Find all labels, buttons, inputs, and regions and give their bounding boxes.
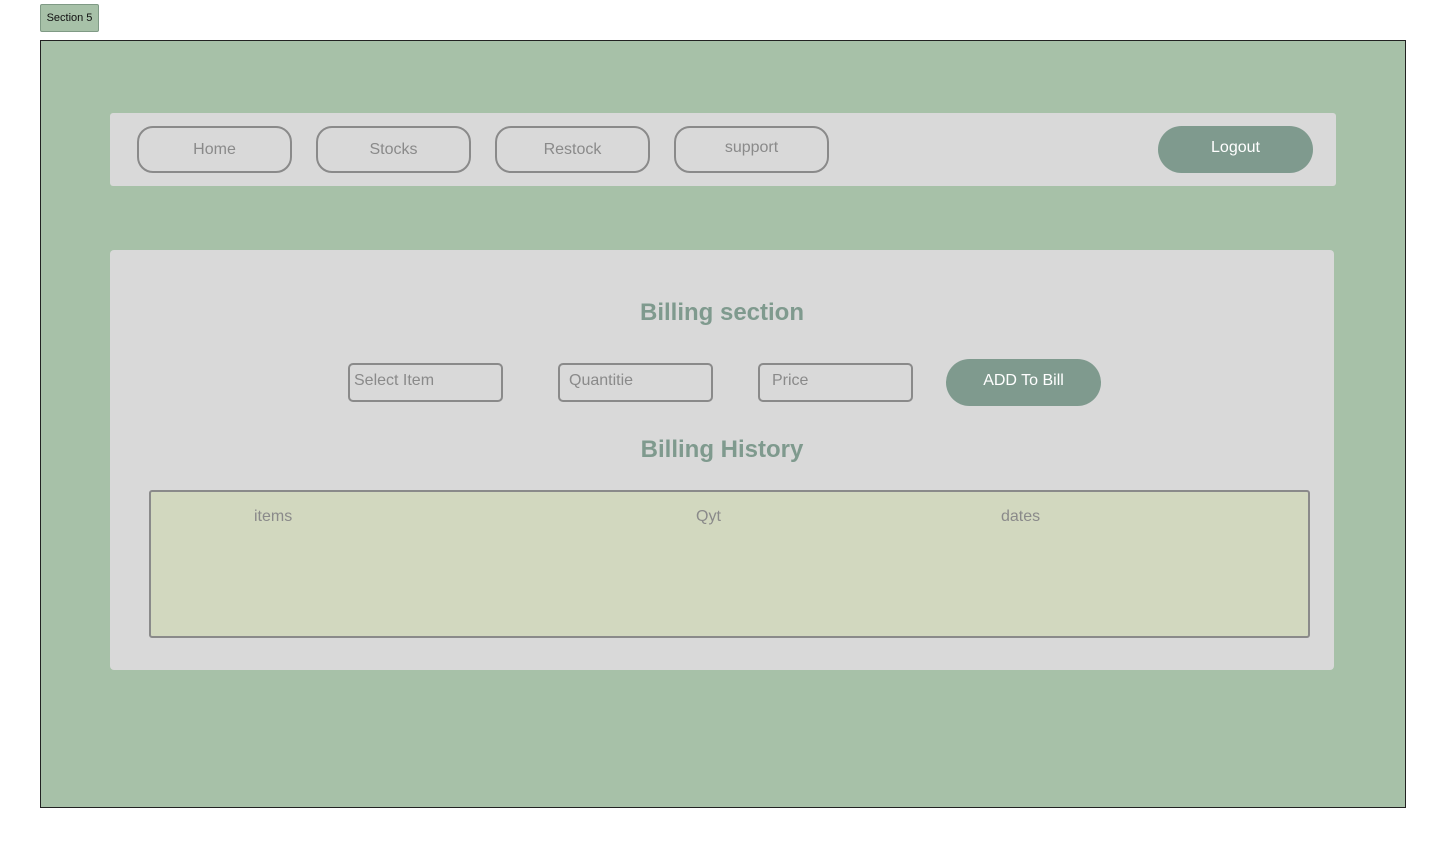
- add-to-bill-button[interactable]: ADD To Bill: [946, 359, 1101, 406]
- quantity-input[interactable]: [558, 363, 713, 402]
- logout-button[interactable]: Logout: [1158, 126, 1313, 173]
- nav-stocks-button[interactable]: Stocks: [316, 126, 471, 173]
- column-header-qty: Qyt: [696, 508, 721, 525]
- billing-history-title: Billing History: [640, 436, 804, 463]
- select-item-input[interactable]: [348, 363, 503, 402]
- billing-panel: Billing section ADD To Bill Billing Hist…: [110, 250, 1334, 670]
- top-navbar: Home Stocks Restock support Logout: [110, 113, 1336, 186]
- billing-history-table: items Qyt dates: [149, 490, 1310, 638]
- column-header-dates: dates: [1001, 508, 1041, 525]
- section-label: Section 5: [40, 4, 99, 32]
- column-header-items: items: [254, 508, 293, 525]
- nav-home-button[interactable]: Home: [137, 126, 292, 173]
- nav-support-button[interactable]: support: [674, 126, 829, 173]
- app-frame: Home Stocks Restock support Logout Billi…: [40, 40, 1406, 808]
- billing-section-title: Billing section: [639, 299, 804, 326]
- price-input[interactable]: [758, 363, 913, 402]
- nav-restock-button[interactable]: Restock: [495, 126, 650, 173]
